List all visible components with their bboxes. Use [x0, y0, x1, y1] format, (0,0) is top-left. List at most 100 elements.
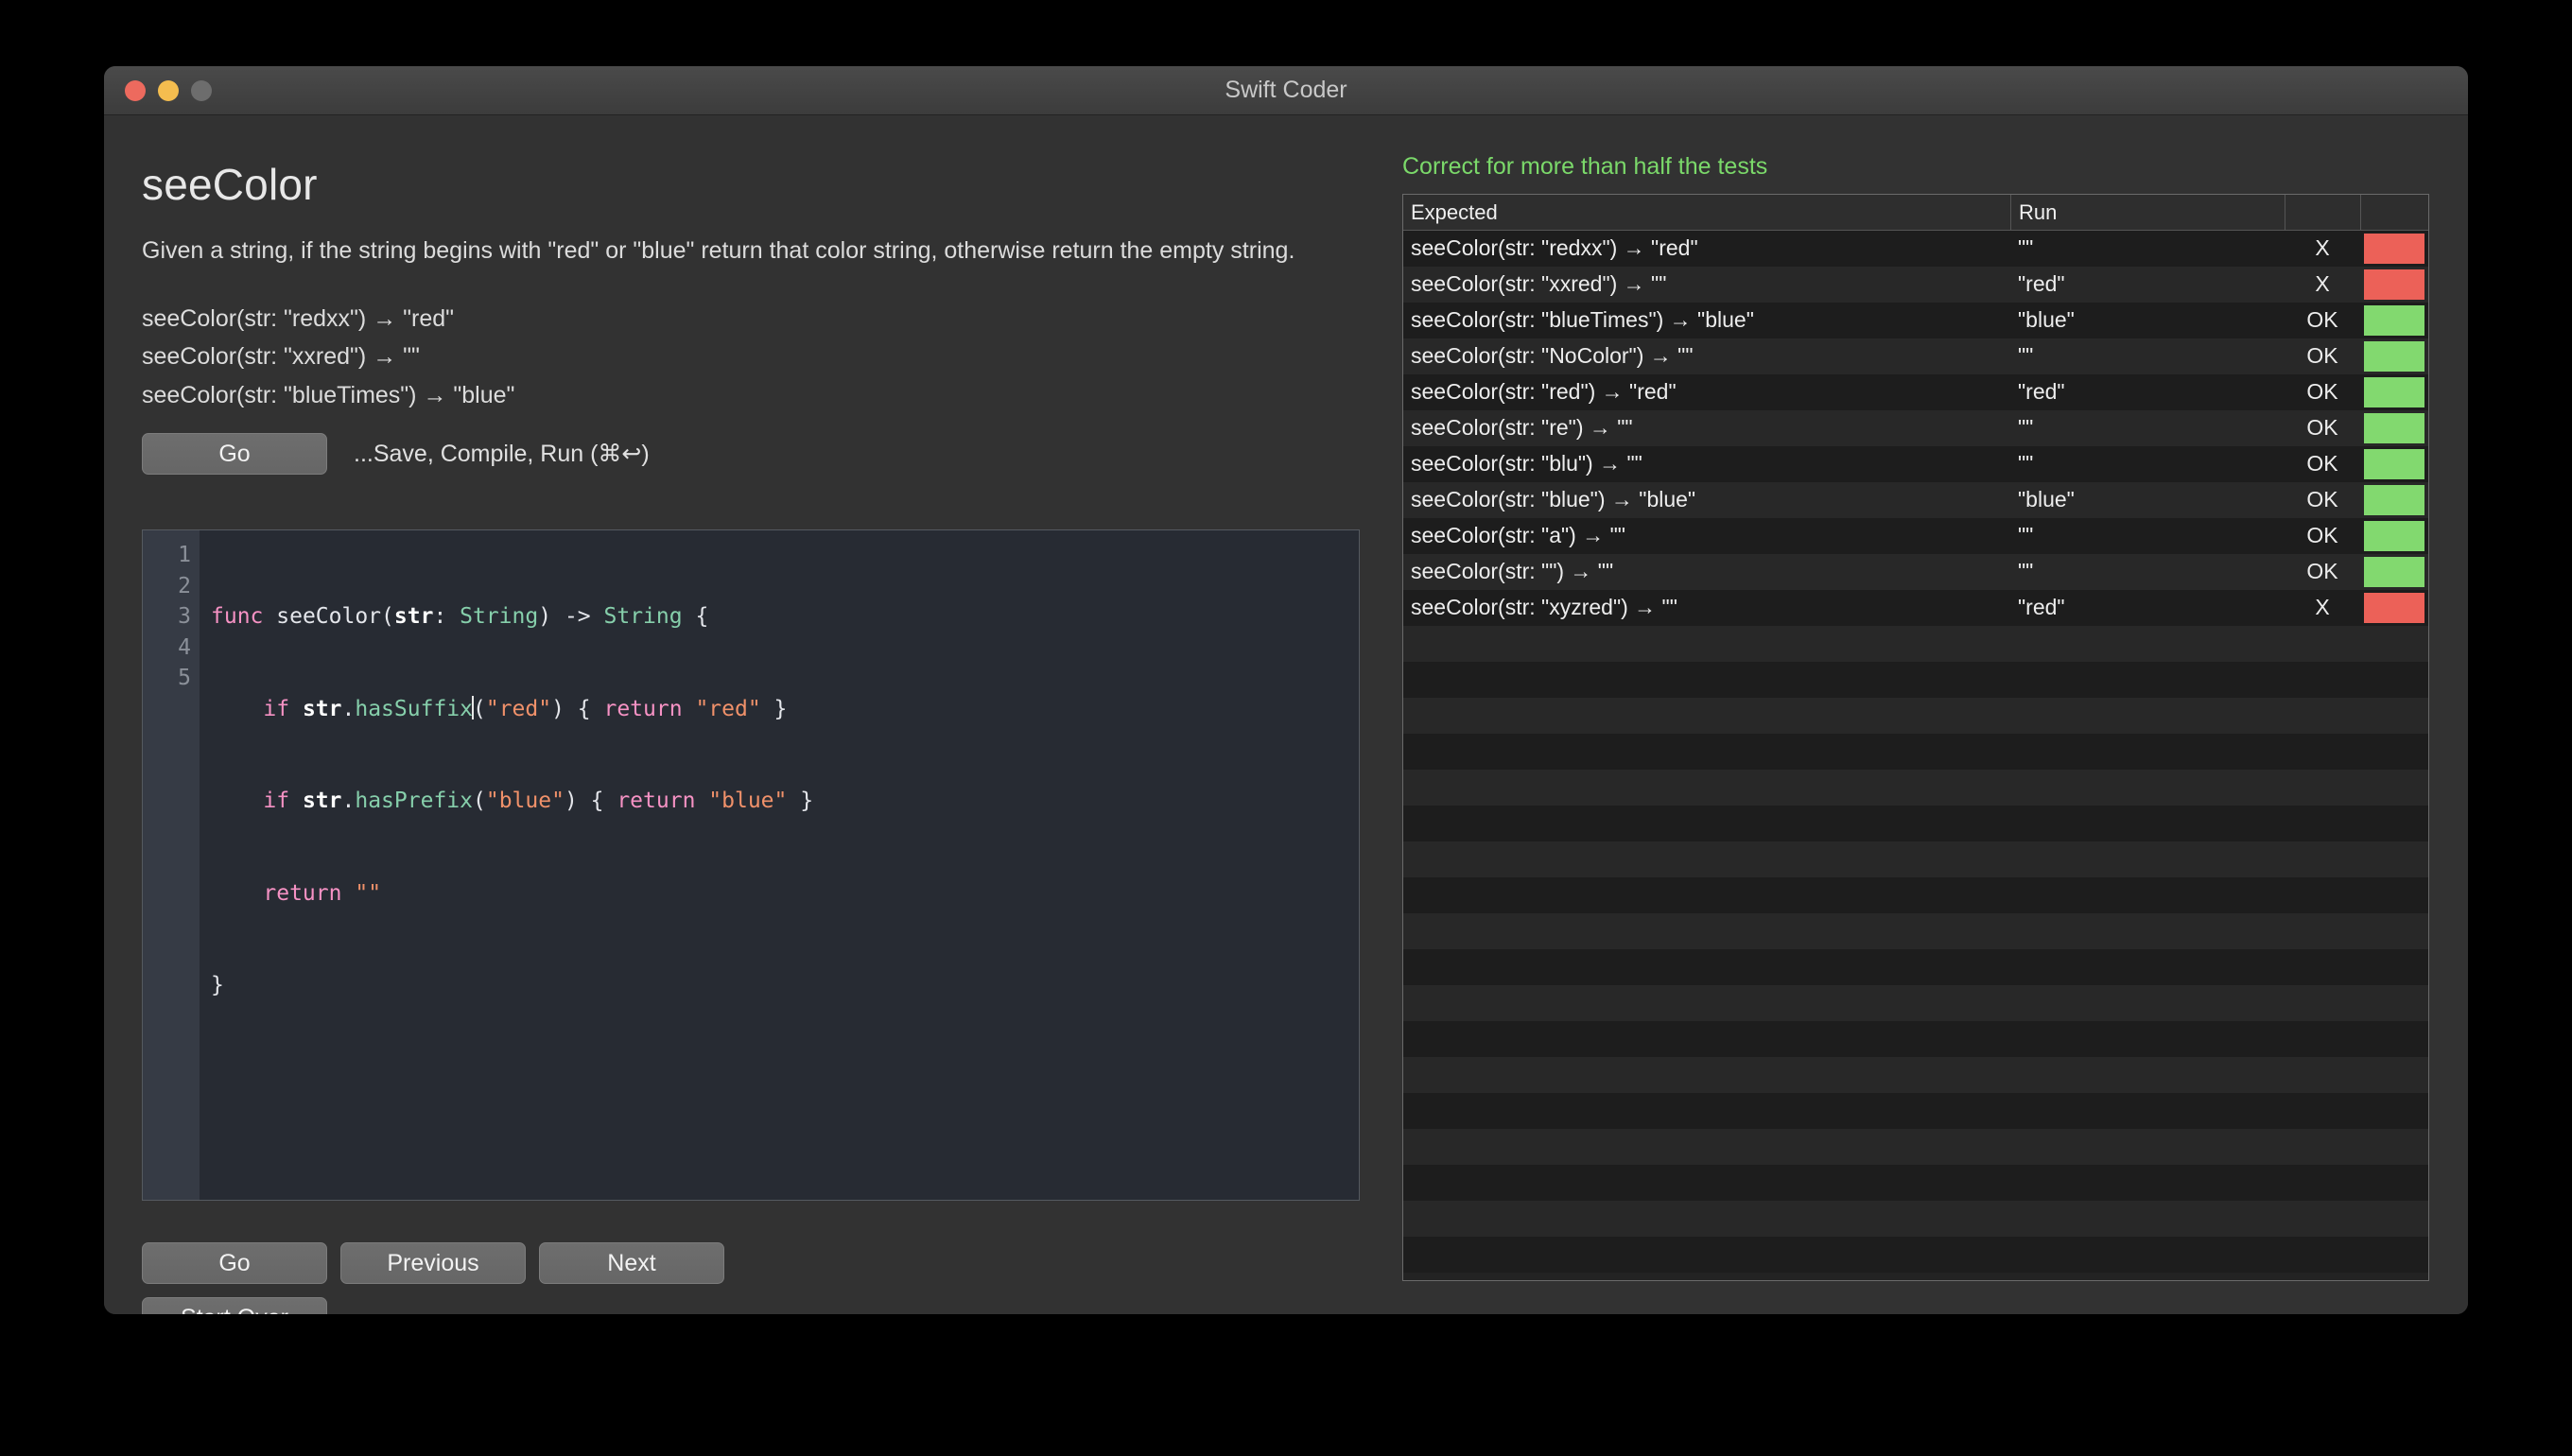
cell-result: OK [2306, 559, 2338, 583]
code-line: } [211, 973, 224, 997]
cell-result: X [2315, 235, 2330, 260]
pass-swatch [2364, 521, 2424, 551]
cell-result: OK [2306, 343, 2338, 368]
table-header-row: Expected Run [1403, 195, 2428, 231]
close-button[interactable] [125, 79, 146, 101]
empty-table-row [1403, 985, 2428, 1021]
cell-result: OK [2306, 415, 2338, 440]
cell-expected: seeColor(str: "xyzred") → "" [1411, 595, 1677, 619]
line-number: 3 [178, 604, 191, 629]
go-button[interactable]: Go [142, 1242, 327, 1284]
table-row[interactable]: seeColor(str: "blue") → "blue" "blue" OK [1403, 482, 2428, 518]
problem-examples: seeColor(str: "redxx") → "red" seeColor(… [142, 300, 1399, 415]
empty-table-row [1403, 1129, 2428, 1165]
table-row[interactable]: seeColor(str: "a") → "" "" OK [1403, 518, 2428, 554]
empty-table-row [1403, 1201, 2428, 1237]
cell-expected: seeColor(str: "re") → "" [1411, 415, 1633, 440]
table-row[interactable]: seeColor(str: "") → "" "" OK [1403, 554, 2428, 590]
empty-table-row [1403, 626, 2428, 662]
cell-indicator [2360, 554, 2428, 590]
table-row[interactable]: seeColor(str: "xxred") → "" "red" X [1403, 267, 2428, 303]
table-body: seeColor(str: "redxx") → "red" "" XseeColo… [1403, 231, 2428, 1273]
code-line: return "" [263, 880, 382, 906]
minimize-button[interactable] [158, 79, 179, 101]
app-window: Swift Coder seeColor Given a string, if … [104, 66, 2468, 1314]
cell-run: "blue" [2018, 487, 2075, 511]
cell-run: "" [2018, 451, 2034, 476]
empty-table-row [1403, 806, 2428, 841]
page-title: seeColor [142, 160, 318, 209]
window-titlebar: Swift Coder [104, 66, 2468, 115]
cell-result: X [2315, 271, 2330, 296]
empty-table-row [1403, 913, 2428, 949]
cell-indicator [2360, 374, 2428, 410]
table-row[interactable]: seeColor(str: "blu") → "" "" OK [1403, 446, 2428, 482]
code-line: if str.hasPrefix("blue") { return "blue"… [263, 789, 814, 813]
cell-indicator [2360, 590, 2428, 626]
problem-pane: seeColor Given a string, if the string b… [142, 115, 1399, 475]
example-line: seeColor(str: "blueTimes") → "blue" [142, 381, 515, 408]
column-header-expected[interactable]: Expected [1403, 195, 2010, 230]
run-bar: Go ...Save, Compile, Run (⌘↩) [142, 433, 1399, 475]
cell-run: "" [2018, 235, 2034, 260]
empty-table-row [1403, 877, 2428, 913]
empty-table-row [1403, 1165, 2428, 1201]
column-header-result[interactable] [2285, 195, 2360, 230]
previous-button[interactable]: Previous [340, 1242, 526, 1284]
line-number: 1 [178, 543, 191, 567]
cell-indicator [2360, 410, 2428, 446]
column-header-run[interactable]: Run [2010, 195, 2285, 230]
maximize-button[interactable] [191, 79, 212, 101]
empty-table-row [1403, 1237, 2428, 1273]
cell-indicator [2360, 267, 2428, 303]
code-line: if str.hasSuffix("red") { return "red" } [263, 695, 788, 721]
cell-result: OK [2306, 487, 2338, 511]
status-message: Correct for more than half the tests [1402, 153, 1768, 180]
empty-table-row [1403, 1093, 2428, 1129]
traffic-lights [125, 79, 212, 101]
start-over-button[interactable]: Start Over [142, 1297, 327, 1314]
table-row[interactable]: seeColor(str: "blueTimes") → "blue" "blue… [1403, 303, 2428, 338]
cell-run: "red" [2018, 271, 2065, 296]
run-hint-label: ...Save, Compile, Run (⌘↩) [354, 441, 650, 467]
cell-run: "" [2018, 559, 2034, 583]
empty-table-row [1403, 698, 2428, 734]
cell-expected: seeColor(str: "a") → "" [1411, 523, 1625, 547]
pass-swatch [2364, 557, 2424, 587]
line-number: 4 [178, 634, 191, 660]
example-line: seeColor(str: "redxx") → "red" [142, 304, 455, 332]
cell-indicator [2360, 303, 2428, 338]
code-text-area[interactable]: func seeColor(str: String) -> String { i… [200, 530, 1359, 1200]
pass-swatch [2364, 449, 2424, 479]
table-row[interactable]: seeColor(str: "NoColor") → "" "" OK [1403, 338, 2428, 374]
pass-swatch [2364, 413, 2424, 443]
cell-result: OK [2306, 451, 2338, 476]
table-row[interactable]: seeColor(str: "xyzred") → "" "red" X [1403, 590, 2428, 626]
code-line: func seeColor(str: String) -> String { [211, 604, 709, 629]
cell-indicator [2360, 446, 2428, 482]
cell-run: "red" [2018, 379, 2065, 404]
next-button[interactable]: Next [539, 1242, 724, 1284]
cell-run: "" [2018, 415, 2034, 440]
pass-swatch [2364, 341, 2424, 372]
test-results-table[interactable]: Expected Run seeColor(str: "redxx") → "r… [1402, 194, 2429, 1281]
cell-expected: seeColor(str: "red") → "red" [1411, 379, 1677, 404]
cell-result: OK [2306, 523, 2338, 547]
table-row[interactable]: seeColor(str: "redxx") → "red" "" X [1403, 231, 2428, 267]
go-button-top[interactable]: Go [142, 433, 327, 475]
code-editor[interactable]: 1 2 3 4 5 func seeColor(str: String) -> … [142, 529, 1360, 1201]
problem-description: Given a string, if the string begins wit… [142, 237, 1295, 264]
table-row[interactable]: seeColor(str: "re") → "" "" OK [1403, 410, 2428, 446]
empty-table-row [1403, 949, 2428, 985]
results-pane: Correct for more than half the tests Exp… [1402, 115, 2430, 1281]
empty-table-row [1403, 770, 2428, 806]
empty-table-row [1403, 662, 2428, 698]
empty-table-row [1403, 734, 2428, 770]
column-header-indicator[interactable] [2360, 195, 2428, 230]
cell-run: "" [2018, 523, 2034, 547]
fail-swatch [2364, 269, 2424, 300]
cell-indicator [2360, 518, 2428, 554]
cell-indicator [2360, 231, 2428, 267]
pass-swatch [2364, 377, 2424, 407]
table-row[interactable]: seeColor(str: "red") → "red" "red" OK [1403, 374, 2428, 410]
